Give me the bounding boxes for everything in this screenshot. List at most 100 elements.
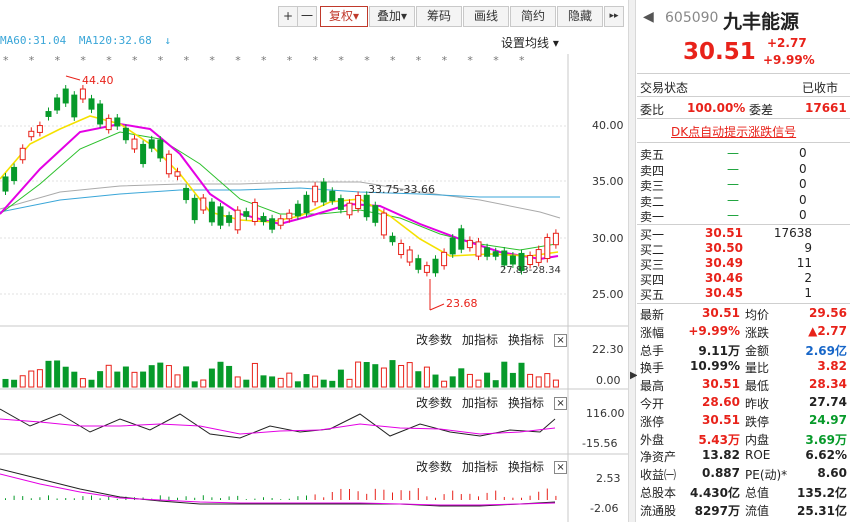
- fuquan-label: 复权: [328, 9, 353, 23]
- volume-bar: [157, 362, 164, 388]
- volume-bar: [415, 371, 422, 388]
- buy-level-label: 买五: [640, 288, 665, 302]
- close-icon[interactable]: ×: [554, 461, 568, 474]
- signal-star: *: [442, 54, 448, 67]
- ma60-line: [0, 187, 560, 213]
- hide-button[interactable]: 隐藏: [557, 6, 603, 27]
- prev-stock-icon[interactable]: ◀: [643, 9, 654, 25]
- volume-bar: [2, 378, 9, 388]
- volume-bar: [191, 381, 198, 388]
- candle: [329, 190, 336, 202]
- volume-bar: [140, 371, 147, 388]
- signal-star: *: [55, 54, 61, 67]
- quote-label: 总手: [640, 343, 665, 358]
- candle: [140, 143, 147, 165]
- stock-name: 九丰能源: [723, 11, 800, 33]
- candle: [260, 216, 267, 222]
- edit-params-button[interactable]: 改参数: [416, 460, 452, 474]
- quote-label: 收益㈠: [640, 468, 677, 483]
- volume-bar: [363, 362, 370, 388]
- volume-bar: [97, 371, 104, 388]
- volume-bar: [294, 381, 301, 388]
- volume-bar: [509, 372, 516, 388]
- vol-panel-header: 改参数 加指标 换指标 ×: [416, 331, 577, 348]
- overlay-button[interactable]: 叠加▾: [369, 6, 415, 27]
- panel-splitter[interactable]: ▶: [628, 0, 638, 522]
- candle: [552, 232, 559, 246]
- volume-bar: [380, 367, 387, 388]
- volume-bar: [208, 368, 215, 388]
- kdj-panel-header: 改参数 加指标 换指标 ×: [416, 458, 577, 475]
- chips-button[interactable]: 筹码: [416, 6, 462, 27]
- weicha-label: 委差: [749, 103, 774, 117]
- stock-code: 605090: [665, 10, 719, 26]
- add-indicator-button[interactable]: 加指标: [462, 396, 498, 410]
- edit-params-button[interactable]: 改参数: [416, 396, 452, 410]
- quote-value: 3.69万: [805, 432, 847, 447]
- sell-level-label: 卖一: [640, 210, 665, 224]
- sell-row[interactable]: 卖三 — 0: [637, 177, 850, 194]
- candle: [398, 242, 405, 256]
- buy-row[interactable]: 买五 30.45 1: [637, 286, 850, 303]
- quote-value: 28.34: [809, 377, 847, 392]
- mid-annotation: 27.83-28.34: [500, 265, 561, 276]
- buy-volume: 2: [804, 271, 812, 285]
- candle: [406, 249, 413, 263]
- quote-label: 跌停: [745, 414, 770, 429]
- candle: [79, 88, 86, 100]
- sell-row[interactable]: 卖五 — 0: [637, 146, 850, 163]
- candle: [286, 212, 293, 220]
- add-indicator-button[interactable]: 加指标: [462, 460, 498, 474]
- candle: [36, 125, 43, 133]
- switch-indicator-button[interactable]: 换指标: [508, 396, 544, 410]
- volume-bar: [458, 368, 465, 388]
- quote-row: 总股本 4.430亿 总值 135.2亿: [637, 484, 850, 501]
- price-tick-3: 30.00: [592, 232, 624, 245]
- close-icon[interactable]: ×: [554, 397, 568, 410]
- quote-label: 今开: [640, 397, 665, 411]
- candle: [312, 185, 319, 203]
- sell-row[interactable]: 卖四 — 0: [637, 162, 850, 179]
- dk-signal-link[interactable]: DK点自动提示涨跌信号: [671, 123, 796, 140]
- volume-bar: [544, 373, 551, 388]
- signal-star: *: [106, 54, 112, 67]
- volume-bar: [226, 365, 233, 388]
- buy-price: 30.45: [705, 286, 743, 300]
- simple-button[interactable]: 简约: [510, 6, 556, 27]
- close-icon[interactable]: ×: [554, 334, 568, 347]
- volume-bar: [114, 371, 121, 388]
- fuquan-button[interactable]: 复权▾: [320, 6, 368, 27]
- volume-bar: [518, 362, 525, 388]
- zoom-in-button[interactable]: +: [278, 6, 298, 27]
- candle: [441, 251, 448, 267]
- sell-level-label: 卖四: [640, 163, 665, 178]
- quote-value: 8.60: [817, 466, 847, 481]
- volume-bar: [277, 377, 284, 388]
- switch-indicator-button[interactable]: 换指标: [508, 460, 544, 474]
- signal-star: *: [261, 54, 267, 67]
- quote-value: +9.99%: [688, 323, 740, 338]
- sell-row[interactable]: 卖二 — 0: [637, 193, 850, 210]
- candle: [380, 212, 387, 236]
- edit-params-button[interactable]: 改参数: [416, 333, 452, 347]
- quote-label: 均价: [745, 308, 770, 322]
- buy-volume: 1: [804, 286, 812, 300]
- zoom-out-button[interactable]: 一: [297, 6, 317, 27]
- candle: [243, 211, 250, 217]
- volume-bar: [484, 372, 491, 388]
- volume-bar: [535, 376, 542, 388]
- draw-line-button[interactable]: 画线: [463, 6, 509, 27]
- volume-bar: [88, 379, 95, 388]
- expand-arrows-icon[interactable]: ▸▸: [604, 6, 624, 27]
- candle: [372, 205, 379, 223]
- candle: [97, 103, 104, 125]
- volume-bar: [62, 366, 69, 388]
- volume-bar: [492, 380, 499, 388]
- sell-price: —: [727, 208, 739, 222]
- candle: [458, 228, 465, 250]
- sell-row[interactable]: 卖一 — 0: [637, 208, 850, 225]
- quote-value: 29.56: [809, 306, 847, 320]
- switch-indicator-button[interactable]: 换指标: [508, 333, 544, 347]
- add-indicator-button[interactable]: 加指标: [462, 333, 498, 347]
- volume-bar: [131, 371, 138, 388]
